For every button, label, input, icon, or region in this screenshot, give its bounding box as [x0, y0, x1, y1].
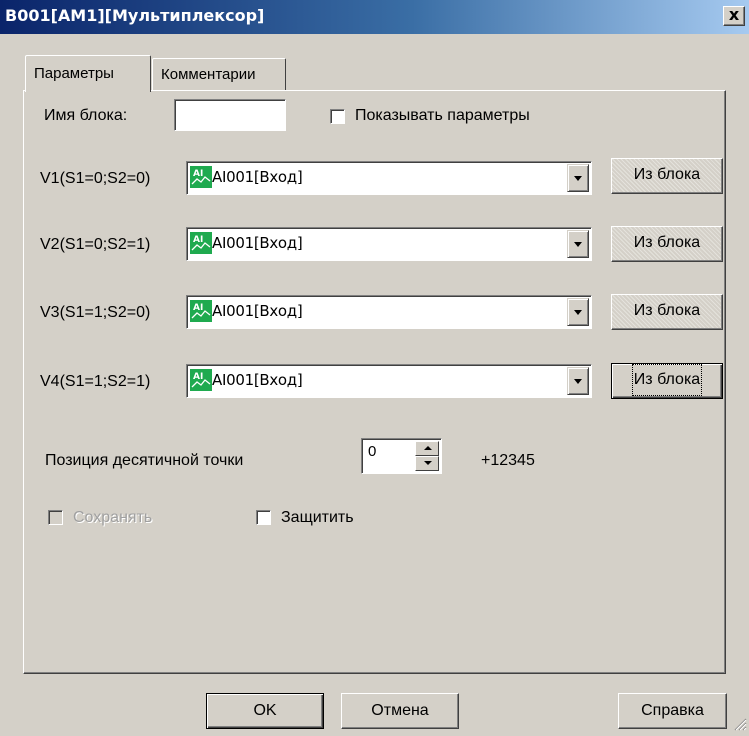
close-icon: x: [728, 5, 740, 24]
decimal-preview: +12345: [481, 452, 535, 469]
from-block-label: Из блока: [631, 364, 703, 396]
resize-grip-icon[interactable]: [733, 717, 747, 731]
window-title: B001[AM1][Мультиплексор]: [5, 6, 265, 25]
ok-button[interactable]: OK: [206, 693, 324, 729]
decimal-position-value: 0: [368, 443, 377, 460]
title-bar[interactable]: B001[AM1][Мультиплексор] x: [0, 0, 749, 34]
analog-input-icon: AI: [190, 369, 212, 391]
show-params-checkbox[interactable]: [330, 109, 345, 124]
retain-label: Сохранять: [73, 509, 153, 526]
input-v3-label: V3(S1=1;S2=0): [40, 304, 151, 321]
input-v1-label: V1(S1=0;S2=0): [40, 170, 151, 187]
from-block-button-v1[interactable]: Из блока: [611, 158, 723, 194]
input-v4-value: AI001[Вход]: [212, 371, 303, 389]
dialog-window: B001[AM1][Мультиплексор] x Параметры Ком…: [0, 0, 749, 733]
analog-input-icon: AI: [190, 232, 212, 254]
dropdown-button[interactable]: [567, 230, 589, 258]
block-name-label: Имя блока:: [44, 107, 128, 124]
dropdown-button[interactable]: [567, 367, 589, 395]
input-v4-label: V4(S1=1;S2=1): [40, 373, 151, 390]
tab-comments-label: Комментарии: [161, 66, 256, 83]
input-v4-select[interactable]: AI AI001[Вход]: [186, 364, 592, 398]
spin-down-button[interactable]: [415, 456, 439, 471]
input-v2-select[interactable]: AI AI001[Вход]: [186, 227, 592, 261]
decimal-position-label: Позиция десятичной точки: [45, 452, 244, 469]
from-block-label: Из блока: [633, 302, 701, 319]
dropdown-button[interactable]: [567, 298, 589, 326]
analog-input-icon: AI: [190, 300, 212, 322]
input-v3-select[interactable]: AI AI001[Вход]: [186, 295, 592, 329]
arrow-up-icon: [424, 446, 432, 450]
icon-text: AI: [193, 303, 203, 313]
analog-input-icon: AI: [190, 166, 212, 188]
close-button[interactable]: x: [723, 6, 745, 26]
icon-text: AI: [193, 235, 203, 245]
show-params-label[interactable]: Показывать параметры: [355, 107, 530, 125]
tab-parameters-label: Параметры: [34, 65, 114, 82]
help-button[interactable]: Справка: [618, 693, 727, 729]
protect-label[interactable]: Защитить: [281, 509, 354, 527]
block-name-input[interactable]: [174, 99, 286, 131]
help-label: Справка: [641, 702, 704, 719]
from-block-label: Из блока: [633, 166, 701, 183]
decimal-position-spinner[interactable]: 0: [361, 438, 442, 474]
chevron-down-icon: [574, 310, 582, 315]
input-v2-label: V2(S1=0;S2=1): [40, 236, 151, 253]
input-v3-value: AI001[Вход]: [212, 302, 303, 320]
icon-text: AI: [193, 169, 203, 179]
retain-checkbox: [48, 510, 63, 525]
from-block-label: Из блока: [633, 234, 701, 251]
from-block-button-v2[interactable]: Из блока: [611, 226, 723, 262]
from-block-button-v3[interactable]: Из блока: [611, 294, 723, 330]
chevron-down-icon: [574, 242, 582, 247]
spin-up-button[interactable]: [415, 441, 439, 456]
tab-comments[interactable]: Комментарии: [152, 58, 286, 90]
chevron-down-icon: [574, 379, 582, 384]
input-v2-value: AI001[Вход]: [212, 234, 303, 252]
input-v1-value: AI001[Вход]: [212, 168, 303, 186]
dropdown-button[interactable]: [567, 164, 589, 192]
icon-text: AI: [193, 372, 203, 382]
cancel-label: Отмена: [371, 702, 429, 719]
tab-parameters[interactable]: Параметры: [25, 55, 151, 92]
protect-checkbox[interactable]: [256, 510, 271, 525]
input-v1-select[interactable]: AI AI001[Вход]: [186, 161, 592, 195]
arrow-down-icon: [424, 461, 432, 465]
from-block-button-v4[interactable]: Из блока: [611, 363, 723, 399]
chevron-down-icon: [574, 176, 582, 181]
cancel-button[interactable]: Отмена: [341, 693, 459, 729]
ok-label: OK: [253, 702, 277, 719]
